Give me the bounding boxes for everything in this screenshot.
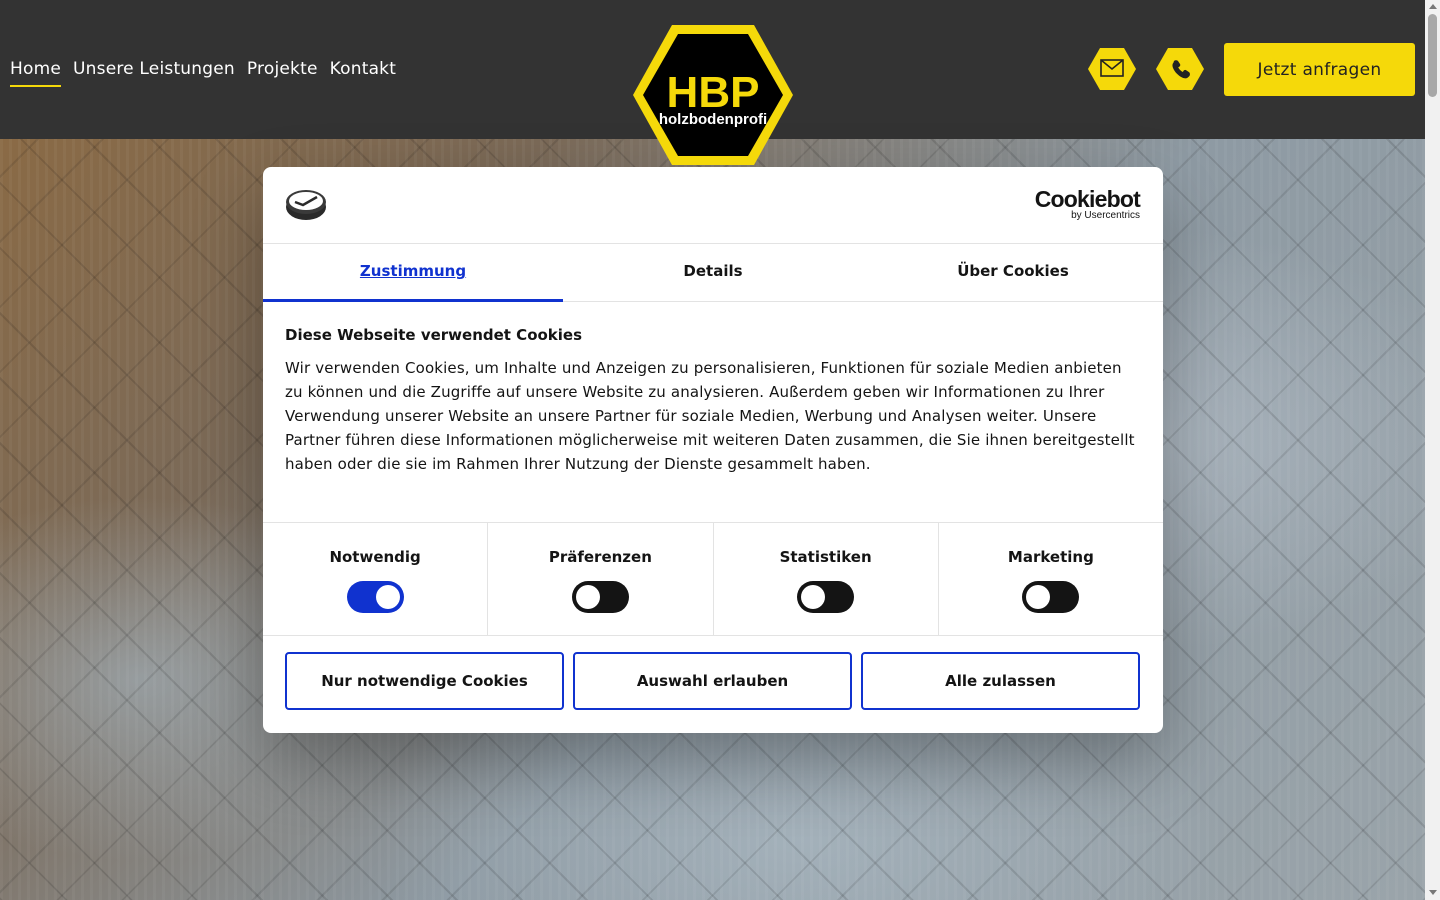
toggle-notwendig[interactable] [346, 581, 404, 613]
nav-home[interactable]: Home [10, 59, 62, 87]
scroll-down-icon[interactable] [1429, 890, 1437, 895]
logo-subtitle: holzbodenprofi [659, 111, 767, 128]
toggle-group-marketing: Marketing [939, 523, 1163, 635]
allow-selection-button[interactable]: Auswahl erlauben [573, 652, 852, 710]
cookie-dialog-header: Cookiebot by Usercentrics [263, 167, 1163, 244]
cookie-body: Diese Webseite verwendet Cookies Wir ver… [263, 302, 1163, 523]
hbp-logo[interactable]: HBP holzbodenprofi [630, 22, 796, 168]
page-scrollbar[interactable] [1425, 0, 1440, 900]
main-nav: Home Unsere Leistungen Projekte Kontakt [10, 59, 396, 87]
only-necessary-button[interactable]: Nur notwendige Cookies [285, 652, 564, 710]
cookie-description: Wir verwenden Cookies, um Inhalte und An… [285, 359, 1135, 473]
tab-ueber-cookies[interactable]: Über Cookies [863, 244, 1163, 301]
envelope-icon [1088, 48, 1136, 90]
phone-icon [1156, 48, 1204, 90]
jetzt-anfragen-button[interactable]: Jetzt anfragen [1224, 43, 1415, 96]
cookie-buttons: Nur notwendige Cookies Auswahl erlauben … [263, 636, 1163, 710]
cookie-consent-dialog: Cookiebot by Usercentrics Zustimmung Det… [263, 167, 1163, 733]
nav-projekte[interactable]: Projekte [247, 59, 318, 87]
tab-details[interactable]: Details [563, 244, 863, 301]
cookie-category-toggles: Notwendig Präferenzen Statistiken Market… [263, 523, 1163, 636]
cookiebot-by: by Usercentrics [1071, 210, 1140, 221]
toggle-statistiken[interactable] [797, 581, 855, 613]
nav-kontakt[interactable]: Kontakt [330, 59, 396, 87]
toggle-group-praeferenzen: Präferenzen [488, 523, 714, 635]
toggle-label-praeferenzen: Präferenzen [548, 548, 652, 566]
toggle-group-notwendig: Notwendig [263, 523, 489, 635]
cookiebot-logo[interactable]: Cookiebot by Usercentrics [1034, 186, 1141, 221]
logo-letters: HBP [667, 68, 760, 117]
allow-all-button[interactable]: Alle zulassen [861, 652, 1140, 710]
toggle-label-statistiken: Statistiken [779, 548, 872, 566]
cookie-heading: Diese Webseite verwendet Cookies [285, 326, 583, 344]
cookie-site-logo-icon [285, 189, 327, 225]
cookiebot-name: Cookiebot [1034, 186, 1141, 212]
phone-button[interactable] [1156, 48, 1204, 90]
toggle-praeferenzen[interactable] [571, 581, 629, 613]
toggle-label-marketing: Marketing [1007, 548, 1094, 566]
tab-zustimmung[interactable]: Zustimmung [263, 244, 563, 302]
cookie-tabs: Zustimmung Details Über Cookies [263, 244, 1163, 302]
nav-unsere-leistungen[interactable]: Unsere Leistungen [73, 59, 235, 87]
toggle-label-notwendig: Notwendig [329, 548, 421, 566]
scroll-up-icon[interactable] [1429, 4, 1437, 9]
toggle-group-statistiken: Statistiken [714, 523, 939, 635]
scroll-thumb[interactable] [1428, 14, 1437, 97]
toggle-marketing[interactable] [1022, 581, 1080, 613]
mail-button[interactable] [1088, 48, 1136, 90]
